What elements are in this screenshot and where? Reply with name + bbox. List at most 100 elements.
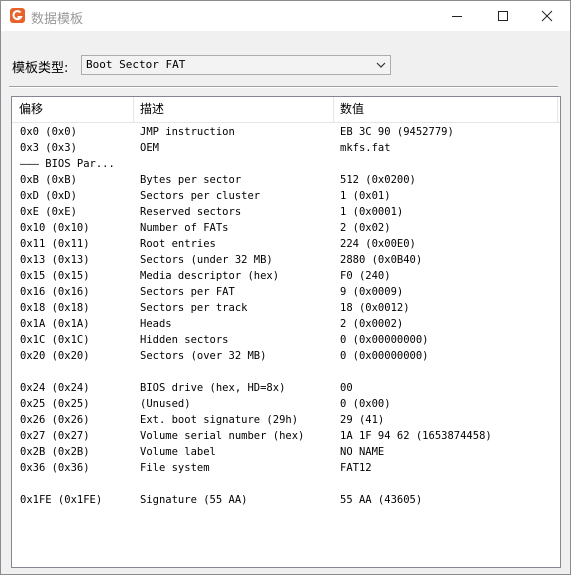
table-row[interactable]: 0x15 (0x15) Media descriptor (hex) F0 (240… bbox=[12, 268, 560, 284]
row-value: 224 (0x00E0) bbox=[340, 238, 416, 250]
row-description: Sectors (under 32 MB) bbox=[140, 254, 273, 266]
row-offset: 0x18 (0x18) bbox=[20, 302, 90, 314]
row-value: F0 (240) bbox=[340, 270, 391, 282]
row-description: Signature (55 AA) bbox=[140, 494, 248, 506]
row-offset: 0x1FE (0x1FE) bbox=[20, 494, 103, 506]
row-description: Sectors (over 32 MB) bbox=[140, 350, 267, 362]
row-description: Ext. boot signature (29h) bbox=[140, 414, 299, 426]
row-description: Sectors per track bbox=[140, 302, 248, 314]
table-row[interactable]: 0x25 (0x25) (Unused) 0 (0x00) bbox=[12, 396, 560, 412]
row-offset: 0x13 (0x13) bbox=[20, 254, 90, 266]
row-offset: 0x36 (0x36) bbox=[20, 462, 90, 474]
row-value: 2 (0x0002) bbox=[340, 318, 404, 330]
table-row[interactable]: 0x13 (0x13) Sectors (under 32 MB) 2880 (0x… bbox=[12, 252, 560, 268]
table-row[interactable]: 0x11 (0x11) Root entries 224 (0x00E0) bbox=[12, 236, 560, 252]
row-value: 00 bbox=[340, 382, 353, 394]
app-logo-icon bbox=[10, 8, 25, 23]
table-row[interactable]: 0x1FE (0x1FE) Signature (55 AA) 55 AA (436… bbox=[12, 492, 560, 508]
table-row[interactable]: 0x10 (0x10) Number of FATs 2 (0x02) bbox=[12, 220, 560, 236]
column-divider[interactable] bbox=[557, 97, 558, 122]
row-description: (Unused) bbox=[140, 398, 191, 410]
table-row[interactable]: 0x18 (0x18) Sectors per track 18 (0x0012) bbox=[12, 300, 560, 316]
column-header-description[interactable]: 描述 bbox=[133, 97, 333, 122]
row-value: FAT12 bbox=[340, 462, 372, 474]
template-type-select[interactable]: Boot Sector FAT bbox=[81, 55, 391, 75]
row-offset: 0x2B (0x2B) bbox=[20, 446, 90, 458]
row-value bbox=[340, 156, 558, 172]
row-offset: 0x3 (0x3) bbox=[20, 142, 77, 154]
row-description bbox=[140, 156, 336, 172]
list-rows: 0x0 (0x0) JMP instruction EB 3C 90 (945277… bbox=[12, 124, 560, 508]
close-button[interactable] bbox=[524, 1, 570, 31]
template-list-view[interactable]: 偏移 描述 数值 0x0 (0x0) JMP instruction EB 3C 9… bbox=[11, 96, 561, 568]
column-header-offset[interactable]: 偏移 bbox=[12, 97, 133, 122]
row-description: Sectors per cluster bbox=[140, 190, 261, 202]
row-value: 2 (0x02) bbox=[340, 222, 391, 234]
row-offset: 0x26 (0x26) bbox=[20, 414, 90, 426]
row-description: Bytes per sector bbox=[140, 174, 242, 186]
table-row[interactable]: 0x27 (0x27) Volume serial number (hex) 1A … bbox=[12, 428, 560, 444]
row-description: Volume serial number (hex) bbox=[140, 430, 305, 442]
row-value: 0 (0x00000000) bbox=[340, 334, 429, 346]
row-description: Heads bbox=[140, 318, 172, 330]
row-offset: 0xE (0xE) bbox=[20, 206, 77, 218]
template-type-value: Boot Sector FAT bbox=[86, 58, 186, 71]
row-value: EB 3C 90 (9452779) bbox=[340, 126, 454, 138]
table-row[interactable]: 0xD (0xD) Sectors per cluster 1 (0x01) bbox=[12, 188, 560, 204]
row-offset bbox=[20, 476, 138, 492]
table-row[interactable]: 0x20 (0x20) Sectors (over 32 MB) 0 (0x0000… bbox=[12, 348, 560, 364]
table-row[interactable]: 0xB (0xB) Bytes per sector 512 (0x0200) bbox=[12, 172, 560, 188]
row-offset: 0x1C (0x1C) bbox=[20, 334, 90, 346]
row-description: Sectors per FAT bbox=[140, 286, 235, 298]
row-description bbox=[140, 476, 336, 492]
maximize-button[interactable] bbox=[480, 1, 526, 31]
template-type-label: 模板类型: bbox=[12, 61, 69, 76]
table-row[interactable]: 0xE (0xE) Reserved sectors 1 (0x0001) bbox=[12, 204, 560, 220]
row-offset: 0x16 (0x16) bbox=[20, 286, 90, 298]
table-row[interactable]: 0x3 (0x3) OEM mkfs.fat bbox=[12, 140, 560, 156]
row-value: 0 (0x00000000) bbox=[340, 350, 429, 362]
row-value: NO NAME bbox=[340, 446, 385, 458]
title-bar[interactable]: 数据模板 bbox=[1, 1, 570, 31]
row-value: 0 (0x00) bbox=[340, 398, 391, 410]
data-template-window: 数据模板 模板类型: Boot Sector FAT 偏移 描述 数值 0x0 … bbox=[0, 0, 571, 575]
table-row[interactable]: 0x24 (0x24) BIOS drive (hex, HD=8x) 00 bbox=[12, 380, 560, 396]
table-row[interactable]: 0x1C (0x1C) Hidden sectors 0 (0x00000000) bbox=[12, 332, 560, 348]
column-header-value[interactable]: 数值 bbox=[333, 97, 557, 122]
row-description: JMP instruction bbox=[140, 126, 235, 138]
row-description: Media descriptor (hex) bbox=[140, 270, 280, 282]
row-value: 1A 1F 94 62 (1653874458) bbox=[340, 430, 492, 442]
table-row[interactable]: 0x36 (0x36) File system FAT12 bbox=[12, 460, 560, 476]
row-description bbox=[140, 364, 336, 380]
table-row[interactable]: 0x16 (0x16) Sectors per FAT 9 (0x0009) bbox=[12, 284, 560, 300]
row-description: Hidden sectors bbox=[140, 334, 229, 346]
row-offset: 0xD (0xD) bbox=[20, 190, 77, 202]
window-title: 数据模板 bbox=[31, 12, 84, 27]
row-description: OEM bbox=[140, 142, 159, 154]
separator bbox=[9, 86, 558, 88]
row-description: BIOS drive (hex, HD=8x) bbox=[140, 382, 286, 394]
row-value bbox=[340, 476, 558, 492]
row-offset: 0x27 (0x27) bbox=[20, 430, 90, 442]
chevron-down-icon bbox=[376, 62, 386, 68]
row-offset: 0x1A (0x1A) bbox=[20, 318, 90, 330]
table-row[interactable] bbox=[12, 476, 560, 492]
table-row[interactable]: 0x26 (0x26) Ext. boot signature (29h) 29 (… bbox=[12, 412, 560, 428]
row-value: 512 (0x0200) bbox=[340, 174, 416, 186]
row-offset: 0x20 (0x20) bbox=[20, 350, 90, 362]
row-offset: 0x24 (0x24) bbox=[20, 382, 90, 394]
row-offset: 0x25 (0x25) bbox=[20, 398, 90, 410]
table-row[interactable]: ——— BIOS Par... bbox=[12, 156, 560, 172]
minimize-icon bbox=[452, 16, 462, 17]
table-row[interactable]: 0x1A (0x1A) Heads 2 (0x0002) bbox=[12, 316, 560, 332]
row-offset: 0x15 (0x15) bbox=[20, 270, 90, 282]
row-description: Reserved sectors bbox=[140, 206, 242, 218]
minimize-button[interactable] bbox=[434, 1, 480, 31]
table-row[interactable]: 0x2B (0x2B) Volume label NO NAME bbox=[12, 444, 560, 460]
close-icon bbox=[541, 10, 553, 22]
table-row[interactable] bbox=[12, 364, 560, 380]
row-description: File system bbox=[140, 462, 210, 474]
row-offset bbox=[20, 364, 138, 380]
table-row[interactable]: 0x0 (0x0) JMP instruction EB 3C 90 (945277… bbox=[12, 124, 560, 140]
row-value: 9 (0x0009) bbox=[340, 286, 404, 298]
